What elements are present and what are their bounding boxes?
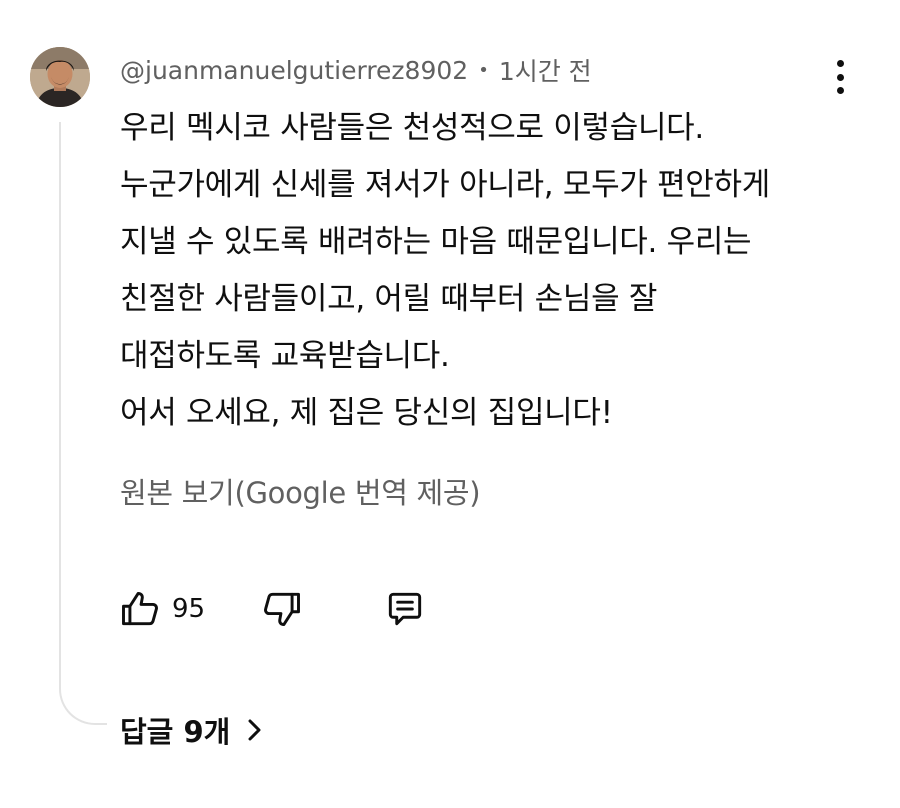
thumbs-down-icon (264, 592, 300, 627)
comment-line: 어서 오세요, 제 집은 당신의 집입니다! (120, 395, 613, 431)
more-vert-icon-dot (836, 87, 844, 94)
comment-text: 우리 멕시코 사람들은 천성적으로 이렇습니다. 누군가에게 신세를 져서가 아… (120, 100, 860, 442)
user-avatar[interactable] (30, 47, 90, 107)
view-replies-button[interactable]: 답글 9개 (120, 708, 264, 752)
more-vert-icon-dot (836, 73, 844, 81)
reply-thread-line (59, 122, 107, 725)
reply-button[interactable] (383, 587, 427, 635)
avatar-image (30, 47, 90, 107)
author-handle[interactable]: @juanmanuelgutierrez8902 (120, 56, 468, 85)
more-vert-icon-dot (836, 60, 844, 67)
comment-line: 대접하도록 교육받습니다. (120, 338, 450, 374)
chevron-right-icon (248, 719, 261, 741)
like-button[interactable]: 95 (118, 583, 205, 635)
more-options-button[interactable] (822, 57, 858, 97)
comment-header: @juanmanuelgutierrez8902 • 1시간 전 (120, 52, 592, 88)
comment-line: 친절한 사람들이고, 어릴 때부터 손님을 잘 (120, 281, 658, 317)
comment-line: 누군가에게 신세를 져서가 아니라, 모두가 편안하게 (120, 167, 770, 203)
dislike-button[interactable] (260, 587, 304, 635)
comment-line: 지낼 수 있도록 배려하는 마음 때문입니다. 우리는 (120, 224, 752, 260)
see-original-link[interactable]: 원본 보기(Google 번역 제공) (120, 470, 481, 512)
replies-label: 답글 9개 (120, 715, 231, 749)
comment-timestamp[interactable]: 1시간 전 (499, 52, 592, 88)
header-separator: • (478, 59, 489, 81)
comment-icon (388, 592, 422, 626)
like-count: 95 (172, 594, 206, 624)
comment-line: 우리 멕시코 사람들은 천성적으로 이렇습니다. (120, 110, 704, 146)
thumbs-up-icon (122, 591, 158, 626)
